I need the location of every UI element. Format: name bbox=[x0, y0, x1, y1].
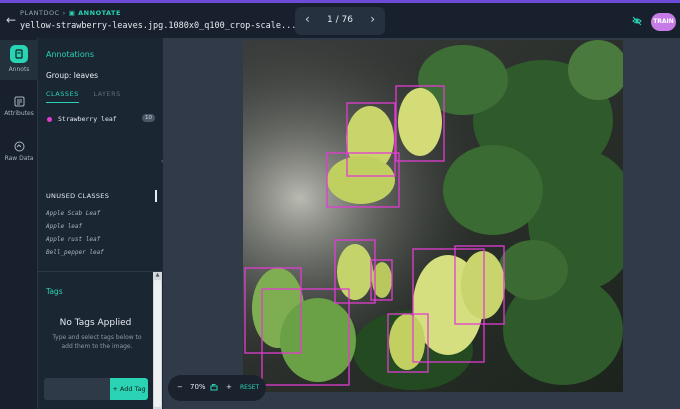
panel-title: Annotations bbox=[46, 50, 95, 59]
class-name: Strawberry leaf bbox=[58, 115, 117, 123]
breadcrumb-separator: › bbox=[62, 9, 66, 17]
visibility-off-icon[interactable] bbox=[632, 16, 642, 26]
tags-heading: Tags bbox=[46, 287, 63, 296]
tab-classes[interactable]: CLASSES bbox=[46, 90, 79, 103]
rail-attributes[interactable]: Attributes bbox=[0, 96, 38, 117]
file-name: yellow-strawberry-leaves.jpg.1080x0_q100… bbox=[20, 21, 297, 31]
panel-divider bbox=[38, 271, 163, 272]
add-tag-button[interactable]: + Add Tag bbox=[110, 378, 148, 400]
unused-scroll-indicator[interactable] bbox=[155, 190, 157, 202]
annotations-icon bbox=[10, 45, 28, 63]
tags-scroll-thumb[interactable] bbox=[154, 280, 161, 407]
unused-class-item[interactable]: Apple leaf bbox=[46, 223, 82, 230]
no-tags-title: No Tags Applied bbox=[59, 318, 132, 328]
breadcrumb-annotate: ▣ ANNOTATE bbox=[68, 9, 121, 17]
scroll-up-icon[interactable]: ▲ bbox=[154, 272, 161, 279]
group-label: Group: leaves bbox=[46, 71, 98, 80]
breadcrumb-project[interactable]: PLANTDOC bbox=[20, 9, 60, 17]
tags-help-text: Type and select tags below to add them t… bbox=[52, 334, 142, 350]
unused-class-item[interactable]: Bell_pepper leaf bbox=[46, 249, 104, 256]
panel-tabs: CLASSES LAYERS bbox=[46, 90, 121, 103]
breadcrumb-annotate-label: ANNOTATE bbox=[78, 9, 121, 17]
class-color-dot bbox=[47, 117, 52, 122]
image-pager: ‹ 1 / 76 › bbox=[295, 7, 385, 35]
rail-raw-data-label: Raw Data bbox=[4, 155, 34, 162]
fit-icon[interactable] bbox=[210, 383, 218, 393]
rail-attributes-label: Attributes bbox=[4, 110, 34, 117]
rail-annots-label: Annots bbox=[8, 66, 30, 73]
annotations-panel: Annotations Group: leaves CLASSES LAYERS… bbox=[38, 38, 163, 409]
rail-annots[interactable]: Annots bbox=[0, 40, 38, 80]
class-count-badge: 10 bbox=[142, 114, 155, 122]
zoom-in-button[interactable]: + bbox=[226, 383, 232, 391]
zoom-level: 70% bbox=[190, 383, 206, 391]
back-arrow-icon[interactable]: ← bbox=[6, 13, 16, 27]
left-rail: Annots Attributes Raw Data bbox=[0, 38, 38, 409]
unused-class-item[interactable]: Apple rust leaf bbox=[46, 236, 100, 243]
unused-class-item[interactable]: Apple Scab Leaf bbox=[46, 210, 100, 217]
raw-data-icon bbox=[14, 141, 24, 152]
zoom-toolbar: − 70% + RESET bbox=[168, 375, 266, 401]
train-button[interactable]: TRAIN bbox=[651, 13, 676, 31]
class-row-strawberry-leaf[interactable]: Strawberry leaf 10 bbox=[47, 114, 155, 125]
image-canvas[interactable] bbox=[243, 40, 623, 392]
reset-zoom-button[interactable]: RESET bbox=[240, 384, 259, 391]
tab-layers[interactable]: LAYERS bbox=[93, 90, 120, 98]
rail-raw-data[interactable]: Raw Data bbox=[0, 141, 38, 162]
collapse-panel-icon[interactable]: › bbox=[161, 158, 163, 165]
zoom-out-button[interactable]: − bbox=[177, 383, 183, 391]
list-icon bbox=[14, 96, 24, 107]
top-bar: ← PLANTDOC › ▣ ANNOTATE yellow-strawberry-… bbox=[0, 0, 680, 38]
unused-classes-heading: UNUSED CLASSES bbox=[46, 192, 110, 200]
breadcrumb: PLANTDOC › ▣ ANNOTATE bbox=[20, 9, 121, 17]
next-image-button[interactable]: › bbox=[370, 12, 375, 26]
tag-input[interactable] bbox=[44, 378, 110, 400]
